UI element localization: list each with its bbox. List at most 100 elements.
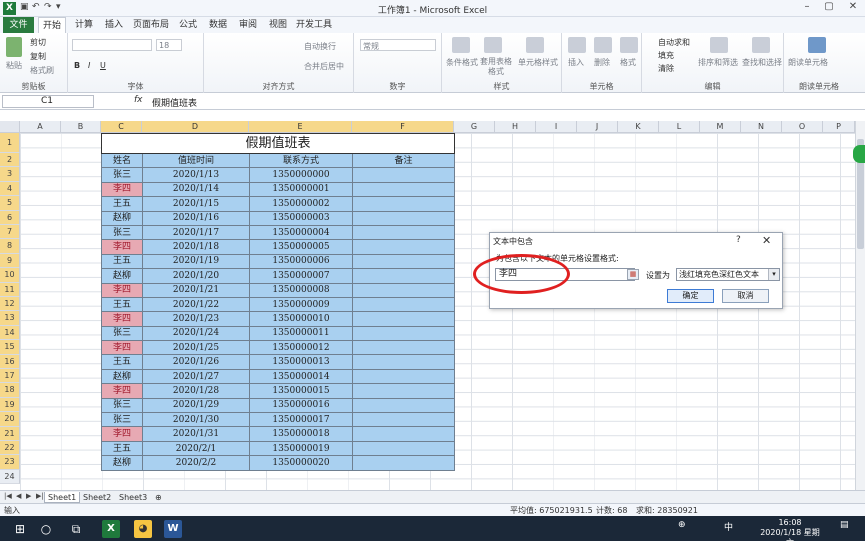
column-header[interactable]: L	[659, 121, 700, 133]
cell-name[interactable]: 王五	[101, 354, 143, 370]
cell-date[interactable]: 2020/1/27	[142, 368, 250, 385]
word-taskbar-icon[interactable]: W	[164, 520, 182, 538]
cell-remark[interactable]	[351, 167, 456, 183]
font-size-dropdown[interactable]: 18	[156, 39, 182, 51]
cell-phone[interactable]: 1350000013	[249, 354, 353, 370]
tab-data[interactable]: 数据	[204, 17, 232, 33]
cell-date[interactable]: 2020/1/26	[142, 354, 250, 370]
vertical-scrollbar[interactable]	[855, 121, 865, 490]
column-header[interactable]: B	[61, 121, 101, 133]
row-header[interactable]: 10	[0, 268, 20, 283]
cell-date[interactable]: 2020/1/21	[142, 282, 250, 298]
cell-date[interactable]: 2020/1/19	[142, 253, 250, 270]
cell-remark[interactable]	[351, 268, 456, 284]
cell-date[interactable]: 2020/2/2	[142, 455, 250, 471]
formula-input[interactable]: 假期值班表	[152, 96, 197, 109]
cell-date[interactable]: 2020/2/1	[142, 440, 250, 457]
range-picker-icon[interactable]: ▦	[627, 269, 639, 280]
sheet-tab-1[interactable]: Sheet1	[44, 492, 81, 503]
cell-remark[interactable]	[351, 368, 456, 385]
cell-remark[interactable]	[351, 440, 456, 457]
cell-name[interactable]: 王五	[101, 196, 143, 212]
cell-name[interactable]: 李四	[101, 181, 143, 198]
find-select-icon[interactable]	[752, 37, 770, 53]
paste-button[interactable]: 粘贴	[6, 60, 22, 71]
cell-phone[interactable]: 1350000000	[249, 167, 353, 183]
cell-name[interactable]: 赵柳	[101, 268, 143, 284]
column-header[interactable]: K	[618, 121, 659, 133]
read-cell-icon[interactable]	[808, 37, 826, 53]
notification-icon[interactable]: ▤	[840, 520, 849, 530]
cell-name[interactable]: 李四	[101, 311, 143, 327]
cell-remark[interactable]	[351, 296, 456, 313]
row-header[interactable]: 16	[0, 354, 20, 369]
cell-date[interactable]: 2020/1/29	[142, 397, 250, 414]
tab-view[interactable]: 视图	[264, 17, 292, 33]
cell-name[interactable]: 张三	[101, 224, 143, 241]
column-header[interactable]: P	[823, 121, 855, 133]
clock[interactable]: 16:082020/1/18 星期六	[760, 518, 820, 541]
cell-name[interactable]: 李四	[101, 239, 143, 255]
format-cells-button[interactable]: 格式	[620, 57, 636, 68]
cell-style-button[interactable]: 单元格样式	[518, 57, 558, 68]
search-icon[interactable]: ○	[38, 521, 54, 537]
read-cell-button[interactable]: 朗读单元格	[788, 57, 828, 68]
cell-name[interactable]: 王五	[101, 440, 143, 457]
format-painter-button[interactable]: 格式刷	[30, 65, 54, 76]
row-header[interactable]: 11	[0, 282, 20, 297]
cell-date[interactable]: 2020/1/30	[142, 412, 250, 428]
row-header[interactable]: 21	[0, 426, 20, 441]
row-header[interactable]: 15	[0, 340, 20, 355]
cell-remark[interactable]	[351, 210, 456, 226]
row-header[interactable]: 13	[0, 311, 20, 326]
cell-date[interactable]: 2020/1/18	[142, 239, 250, 255]
tray-icon[interactable]: ⊕	[678, 520, 686, 530]
ok-button[interactable]: 确定	[667, 289, 714, 303]
cell-date[interactable]: 2020/1/31	[142, 426, 250, 442]
minimize-icon[interactable]: –	[796, 1, 818, 12]
side-badge-icon[interactable]	[853, 145, 865, 163]
cell-date[interactable]: 2020/1/22	[142, 296, 250, 313]
column-header[interactable]: H	[495, 121, 536, 133]
select-all-corner[interactable]	[0, 121, 20, 133]
column-header[interactable]: F	[352, 121, 454, 133]
column-header[interactable]: N	[741, 121, 782, 133]
underline-button[interactable]: U	[100, 61, 106, 70]
header-remark[interactable]: 备注	[351, 152, 456, 169]
conditional-format-button[interactable]: 条件格式	[446, 57, 478, 68]
start-icon[interactable]: ⊞	[12, 521, 28, 537]
cell-remark[interactable]	[351, 311, 456, 327]
cell-name[interactable]: 张三	[101, 167, 143, 183]
cell-phone[interactable]: 1350000019	[249, 440, 353, 457]
cell-phone[interactable]: 1350000020	[249, 455, 353, 471]
tab-page-layout[interactable]: 页面布局	[130, 17, 172, 33]
cell-date[interactable]: 2020/1/25	[142, 340, 250, 356]
autosum-button[interactable]: 自动求和	[658, 37, 690, 48]
column-header[interactable]: A	[20, 121, 61, 133]
cell-remark[interactable]	[351, 340, 456, 356]
delete-cells-button[interactable]: 删除	[594, 57, 610, 68]
row-header[interactable]: 3	[0, 167, 20, 182]
column-header[interactable]: M	[700, 121, 741, 133]
cell-remark[interactable]	[351, 253, 456, 270]
column-header[interactable]: G	[454, 121, 495, 133]
cell-phone[interactable]: 1350000010	[249, 311, 353, 327]
font-name-dropdown[interactable]	[72, 39, 152, 51]
row-header[interactable]: 9	[0, 253, 20, 269]
column-header[interactable]: I	[536, 121, 577, 133]
row-header[interactable]: 19	[0, 397, 20, 413]
fill-button[interactable]: 填充	[658, 50, 674, 61]
new-sheet-icon[interactable]: ⊕	[152, 492, 165, 503]
cell-date[interactable]: 2020/1/23	[142, 311, 250, 327]
cell-name[interactable]: 赵柳	[101, 368, 143, 385]
excel-taskbar-icon[interactable]: X	[102, 520, 120, 538]
cell-style-icon[interactable]	[526, 37, 544, 53]
column-header[interactable]: C	[101, 121, 142, 133]
row-header[interactable]: 18	[0, 383, 20, 398]
cell-phone[interactable]: 1350000007	[249, 268, 353, 284]
clear-button[interactable]: 清除	[658, 63, 674, 74]
cell-remark[interactable]	[351, 426, 456, 442]
merge-center-button[interactable]: 合并后居中	[304, 61, 344, 72]
row-header[interactable]: 4	[0, 181, 20, 197]
next-sheet-icon[interactable]: ▶	[26, 492, 31, 500]
